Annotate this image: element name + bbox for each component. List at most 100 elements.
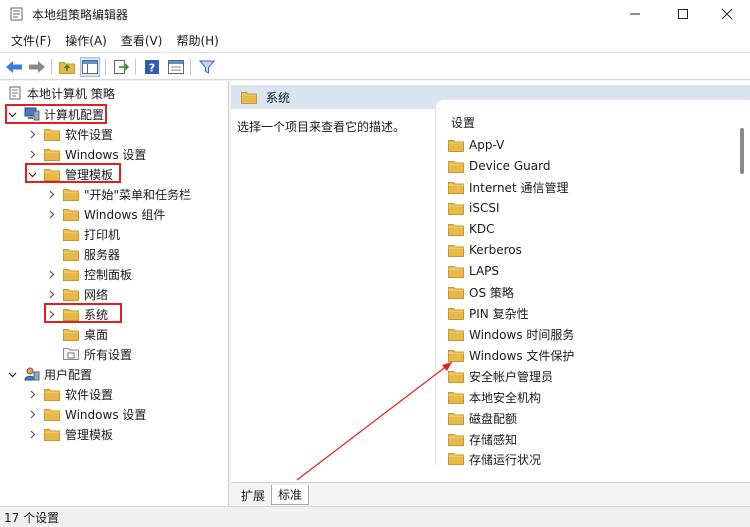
minimize-button[interactable] [612, 0, 658, 28]
list-item[interactable]: LAPS [448, 261, 499, 281]
forward-button[interactable] [27, 57, 47, 77]
properties-button[interactable] [166, 57, 186, 77]
list-item[interactable]: 磁盘配额 [448, 408, 517, 428]
list-item[interactable]: App-V [448, 135, 504, 155]
list-item[interactable]: KDC [448, 219, 495, 239]
folder-icon [63, 328, 79, 341]
list-item-label: Kerberos [469, 243, 522, 257]
folder-icon [448, 160, 464, 173]
folder-icon [63, 248, 79, 261]
tree-item-windows-components[interactable]: Windows 组件 [45, 204, 165, 224]
vertical-scrollbar[interactable] [740, 128, 744, 174]
chevron-right-icon[interactable] [45, 188, 57, 200]
toolbar-separator [105, 59, 106, 75]
help-icon: ? [145, 60, 159, 75]
export-list-button[interactable] [111, 57, 131, 77]
help-button[interactable]: ? [142, 57, 162, 77]
chevron-right-icon[interactable] [26, 428, 38, 440]
menu-action[interactable]: 操作(A) [60, 32, 112, 49]
list-item-label: LAPS [469, 264, 500, 278]
back-button[interactable] [4, 57, 24, 77]
show-hide-tree-button[interactable] [80, 57, 100, 77]
list-item[interactable]: 存储感知 [448, 429, 517, 449]
tree-item-server[interactable]: 服务器 [45, 244, 120, 264]
list-item[interactable]: 安全帐户管理员 [448, 366, 553, 386]
chevron-right-icon[interactable] [26, 388, 38, 400]
policy-editor-icon [10, 7, 23, 21]
chevron-right-icon[interactable] [26, 128, 38, 140]
close-button[interactable] [704, 0, 750, 28]
minimize-icon [630, 13, 640, 15]
settings-list: 设置 App-V Device Guard Internet 通信管理 iSCS… [436, 100, 750, 466]
settings-column-header[interactable]: 设置 [451, 114, 475, 131]
close-icon [721, 8, 733, 20]
folder-icon [448, 328, 464, 341]
list-item[interactable]: 存储运行状况 [448, 450, 541, 466]
chevron-right-icon[interactable] [26, 148, 38, 160]
list-item[interactable]: Windows 时间服务 [448, 324, 574, 344]
tab-extended[interactable]: 扩展 [235, 485, 271, 505]
list-item-label: Internet 通信管理 [469, 180, 569, 195]
tree-item-root[interactable]: 本地计算机 策略 [8, 83, 115, 103]
list-item-label: 本地安全机构 [469, 390, 542, 405]
tree-item-label: 服务器 [84, 247, 121, 262]
tree-item-user-config[interactable]: 用户配置 [6, 364, 92, 384]
user-icon [24, 367, 40, 381]
tree-item-label: 桌面 [84, 327, 109, 342]
tree-item-control-panel[interactable]: 控制面板 [45, 264, 132, 284]
chevron-down-icon[interactable] [6, 368, 18, 380]
chevron-right-icon[interactable] [26, 408, 38, 420]
folder-icon [44, 388, 60, 401]
list-item[interactable]: Internet 通信管理 [448, 177, 568, 197]
toolbar-separator [51, 59, 52, 75]
tree-item-desktop[interactable]: 桌面 [45, 324, 108, 344]
folder-icon [63, 188, 79, 201]
toolbar-separator [190, 59, 191, 75]
tree-item-uc-software[interactable]: 软件设置 [26, 384, 113, 404]
tree-item-printers[interactable]: 打印机 [45, 224, 120, 244]
tree-item-uc-admin[interactable]: 管理模板 [26, 424, 113, 444]
list-item[interactable]: 本地安全机构 [448, 387, 541, 407]
list-item[interactable]: PIN 复杂性 [448, 303, 529, 323]
tree-item-label: Windows 设置 [65, 407, 147, 422]
tree-item-label: 软件设置 [65, 387, 114, 402]
all-settings-icon [63, 348, 79, 360]
filter-button[interactable] [197, 57, 217, 77]
list-item[interactable]: OS 策略 [448, 282, 514, 302]
tree-item-uc-windows[interactable]: Windows 设置 [26, 404, 146, 424]
folder-icon [448, 391, 464, 404]
chevron-right-icon[interactable] [45, 288, 57, 300]
show-hide-tree-icon [82, 60, 98, 74]
up-level-button[interactable] [57, 57, 77, 77]
list-item[interactable]: iSCSI [448, 198, 500, 218]
tab-standard[interactable]: 标准 [271, 485, 310, 505]
tree-item-cc-windows[interactable]: Windows 设置 [26, 144, 146, 164]
tree-item-all-settings[interactable]: 所有设置 [45, 344, 132, 364]
list-item[interactable]: Kerberos [448, 240, 522, 260]
list-item-label: 安全帐户管理员 [469, 369, 554, 384]
tree-item-label: 本地计算机 策略 [27, 86, 115, 101]
folder-icon [63, 228, 79, 241]
chevron-right-icon[interactable] [45, 268, 57, 280]
folder-icon [448, 223, 464, 236]
maximize-button[interactable] [660, 0, 706, 28]
list-item[interactable]: Windows 文件保护 [448, 345, 574, 365]
chevron-right-icon[interactable] [45, 208, 57, 220]
folder-icon [63, 268, 79, 281]
menu-file[interactable]: 文件(F) [6, 32, 56, 49]
folder-icon [448, 412, 464, 425]
folder-icon [448, 433, 464, 446]
list-item-label: PIN 复杂性 [469, 306, 529, 321]
tree-item-label: 网络 [84, 287, 109, 302]
tree-item-cc-software[interactable]: 软件设置 [26, 124, 113, 144]
menu-help[interactable]: 帮助(H) [171, 32, 223, 49]
highlight-box-system [44, 303, 122, 323]
highlight-box-admin-templates [25, 163, 121, 183]
list-item-label: 磁盘配额 [469, 411, 518, 426]
tree-item-start-menu[interactable]: "开始"菜单和任务栏 [45, 184, 191, 204]
list-item[interactable]: Device Guard [448, 156, 550, 176]
folder-icon [448, 307, 464, 320]
status-text: 17 个设置 [4, 510, 60, 525]
tree-item-network[interactable]: 网络 [45, 284, 108, 304]
menu-view[interactable]: 查看(V) [116, 32, 168, 49]
